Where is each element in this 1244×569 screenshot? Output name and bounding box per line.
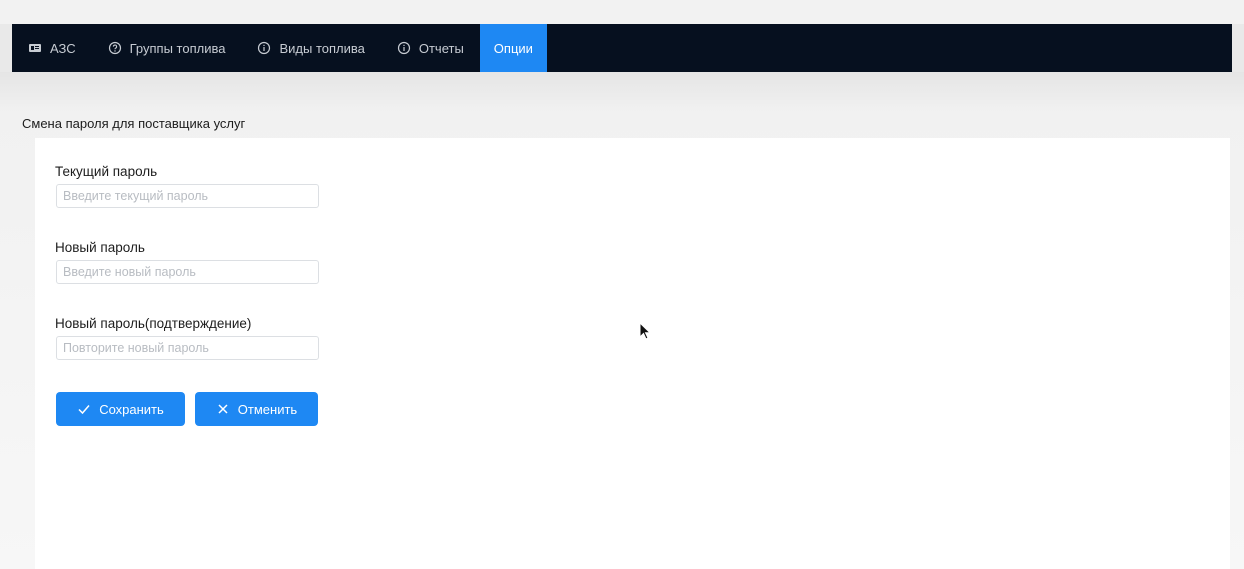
info-circle-icon (257, 41, 271, 55)
nav-item-fuel-types[interactable]: Виды топлива (241, 24, 380, 72)
info-circle-icon (397, 41, 411, 55)
cancel-button[interactable]: Отменить (195, 392, 318, 426)
page-title: Смена пароля для поставщика услуг (22, 116, 246, 131)
top-navbar: АЗС Группы топлива Виды топлива Отчеты О… (12, 24, 1232, 72)
new-password-input[interactable] (56, 260, 319, 284)
window-top-strip (0, 0, 1244, 24)
nav-item-label: Отчеты (418, 40, 464, 56)
save-button-label: Сохранить (99, 401, 164, 417)
nav-item-label: Виды топлива (279, 40, 365, 56)
help-circle-icon (108, 41, 122, 55)
main-content: Смена пароля для поставщика услуг Текущи… (0, 72, 1244, 569)
close-icon (216, 402, 230, 416)
confirm-password-input[interactable] (56, 336, 319, 360)
nav-item-label: Опции (493, 40, 533, 56)
password-change-form: Текущий пароль Новый пароль Новый пароль… (35, 138, 1230, 569)
check-icon (77, 402, 91, 416)
station-card-icon (28, 41, 42, 55)
new-password-label: Новый пароль (55, 240, 145, 255)
save-button[interactable]: Сохранить (56, 392, 185, 426)
nav-item-reports[interactable]: Отчеты (381, 24, 480, 72)
mouse-pointer-icon (639, 321, 653, 342)
nav-item-label: Группы топлива (129, 40, 226, 56)
nav-item-options[interactable]: Опции (479, 24, 547, 72)
nav-item-fuel-groups[interactable]: Группы топлива (92, 24, 242, 72)
confirm-password-label: Новый пароль(подтверждение) (55, 316, 252, 331)
current-password-input[interactable] (56, 184, 319, 208)
nav-item-azs[interactable]: АЗС (12, 24, 92, 72)
nav-item-label: АЗС (50, 40, 76, 56)
cancel-button-label: Отменить (237, 401, 298, 417)
current-password-label: Текущий пароль (55, 164, 158, 179)
